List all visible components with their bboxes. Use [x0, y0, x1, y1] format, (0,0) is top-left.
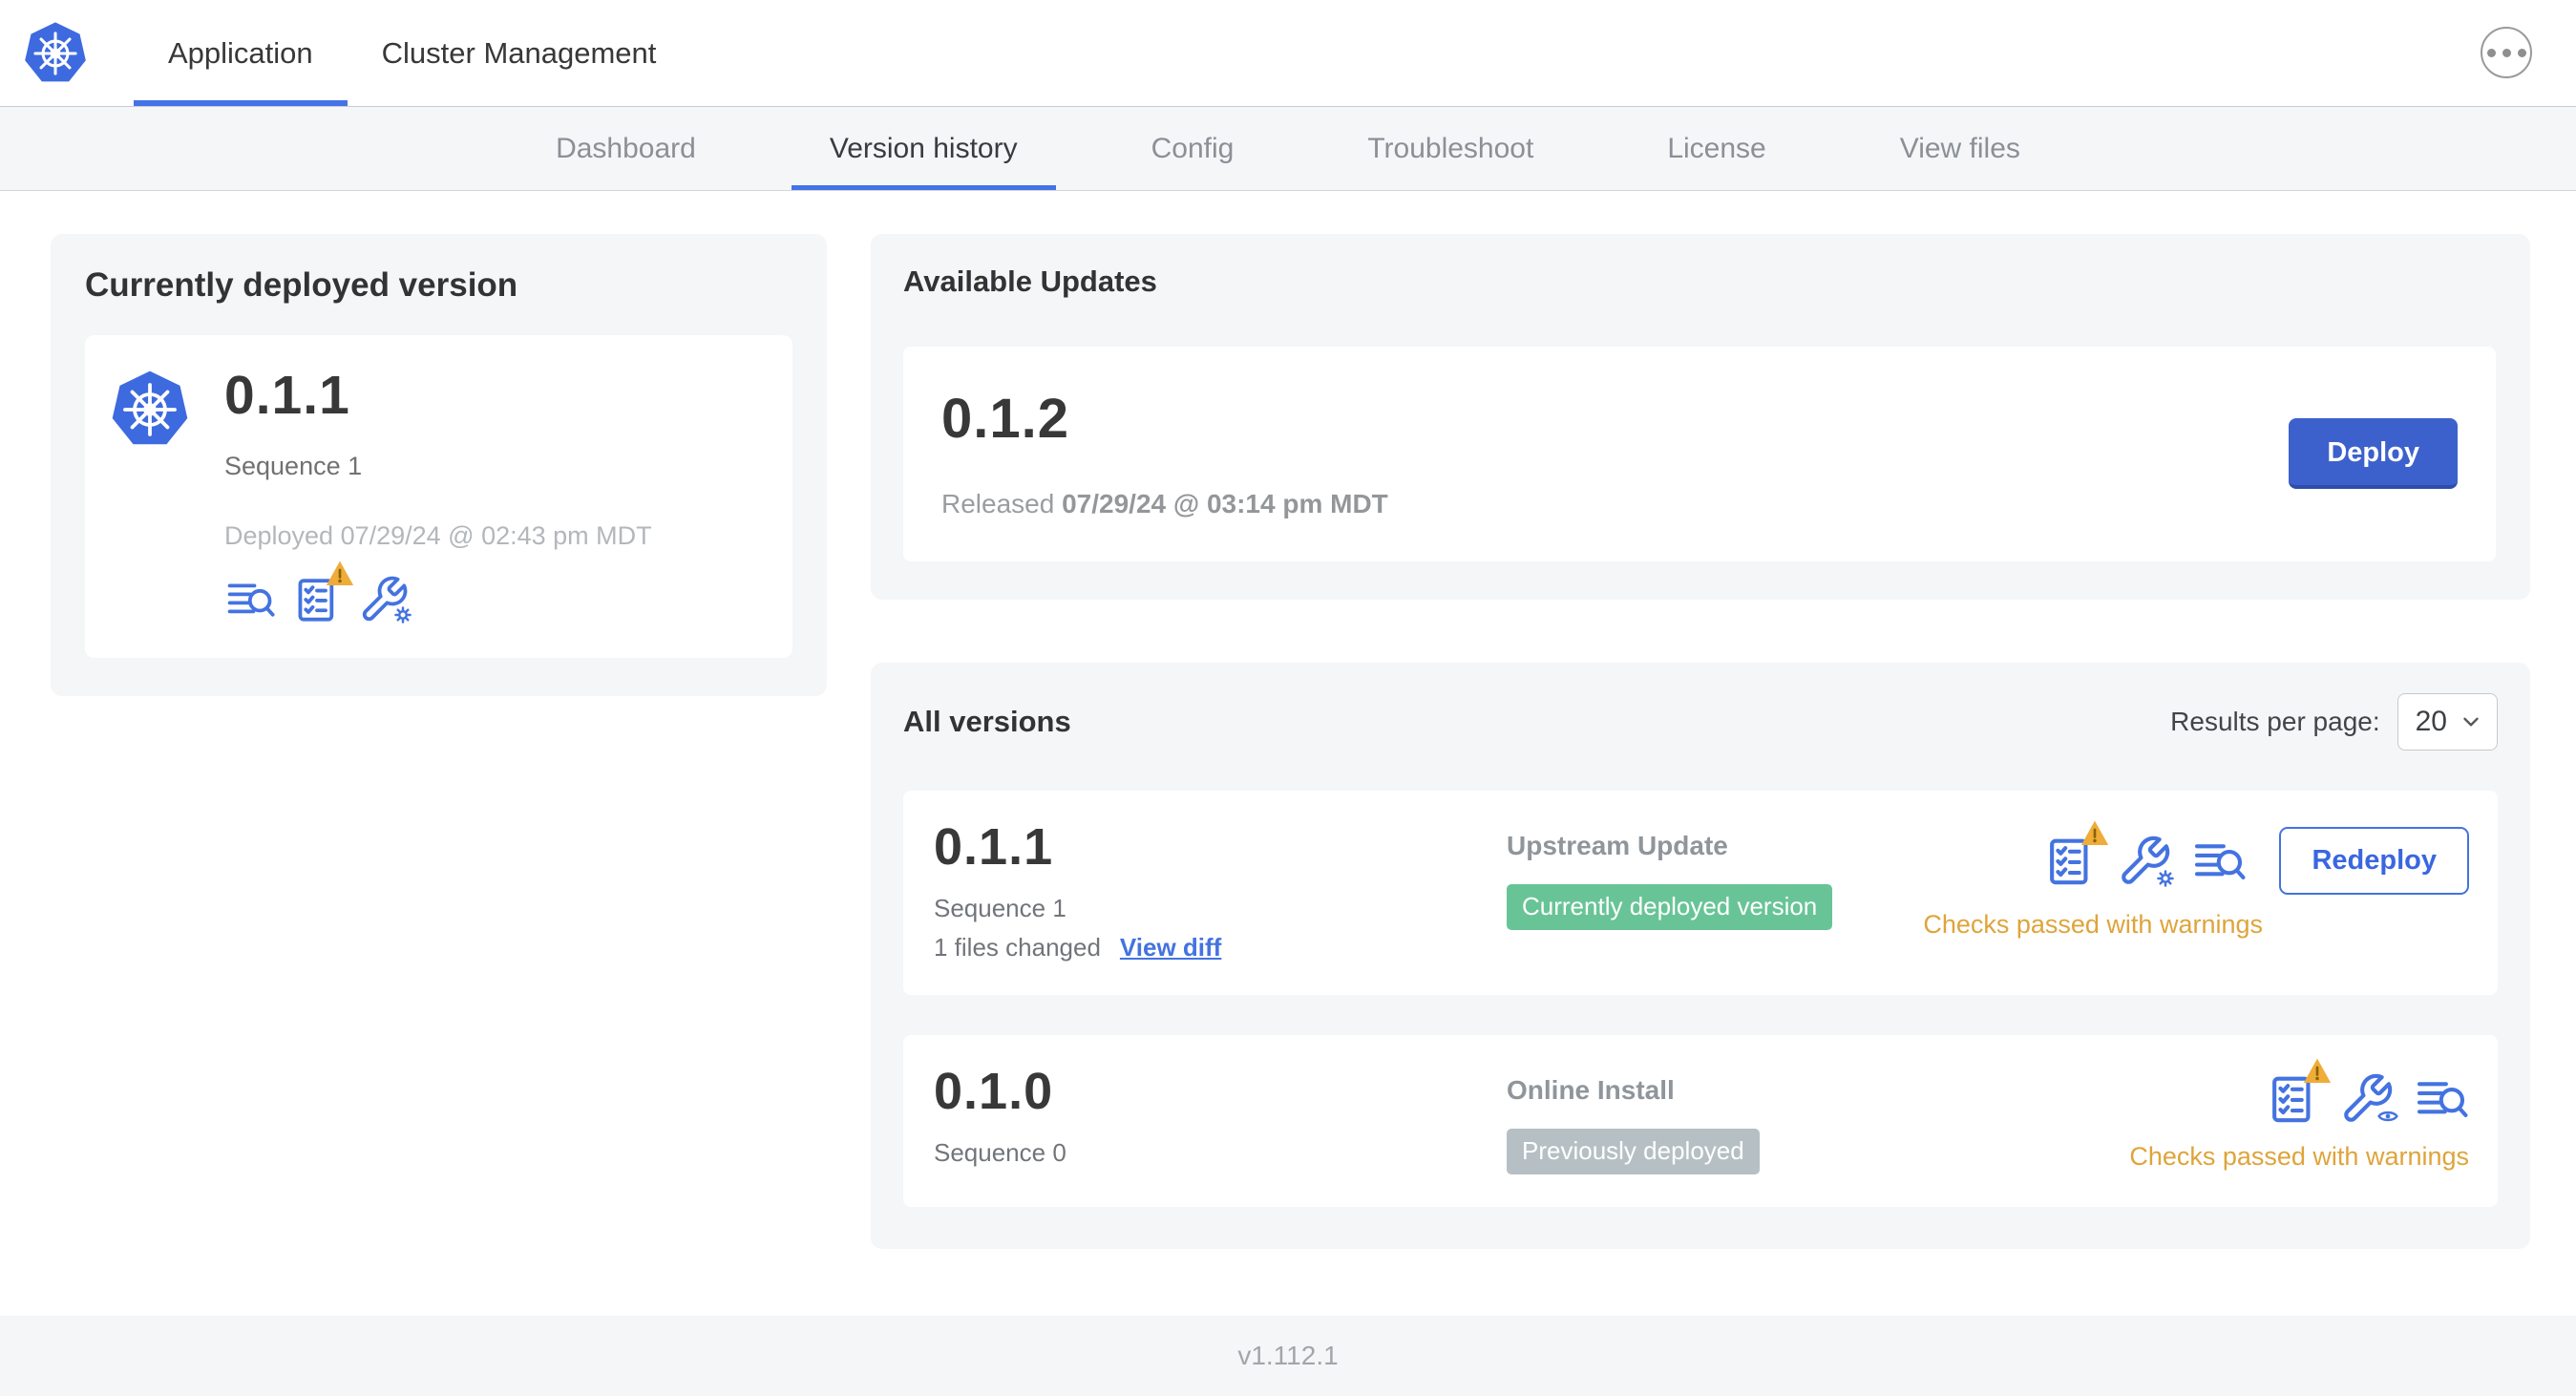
checks-status-text: Checks passed with warnings [2129, 1142, 2469, 1171]
tab-cluster-management[interactable]: Cluster Management [348, 0, 691, 106]
edit-config-wrench-gear-icon[interactable] [2117, 834, 2175, 889]
current-version-deployed-date: Deployed 07/29/24 @ 02:43 pm MDT [224, 521, 652, 550]
footer: v1.112.1 [0, 1316, 2576, 1396]
warning-triangle-icon [326, 561, 354, 585]
chevron-down-icon [2463, 717, 2479, 727]
row-version-number: 0.1.1 [934, 818, 1054, 876]
released-date-value: 07/29/24 @ 03:14 pm MDT [1062, 489, 1388, 518]
files-changed-label: 1 files changed [934, 933, 1101, 962]
results-per-page-select[interactable]: 20 [2397, 693, 2498, 751]
tab-version-history[interactable]: Version history [791, 107, 1056, 190]
row-version-number: 0.1.0 [934, 1063, 1054, 1120]
view-logs-icon[interactable] [2191, 834, 2247, 889]
results-per-page-label: Results per page: [2170, 707, 2380, 736]
redeploy-button[interactable]: Redeploy [2279, 827, 2469, 895]
edit-config-wrench-gear-icon[interactable] [358, 574, 412, 625]
version-row-0-1-1: 0.1.1 Sequence 1 1 files changed View di… [903, 791, 2498, 995]
view-logs-icon[interactable] [224, 574, 276, 625]
status-badge-previously-deployed: Previously deployed [1507, 1129, 1760, 1174]
available-updates-title: Available Updates [903, 264, 1157, 298]
status-badge-currently-deployed: Currently deployed version [1507, 884, 1833, 930]
console-version: v1.112.1 [1237, 1341, 1339, 1370]
app-subnav: Dashboard Version history Config Trouble… [0, 107, 2576, 191]
kubernetes-version-icon [112, 370, 188, 445]
version-row-0-1-0: 0.1.0 Sequence 0 Online Install Previous… [903, 1035, 2498, 1207]
preflight-checks-warning-icon[interactable] [2042, 820, 2109, 889]
main-content: Currently deployed version 0.1.1 Sequenc… [0, 191, 2576, 1316]
warning-triangle-icon [2081, 820, 2109, 845]
version-source-label: Upstream Update [1507, 831, 1728, 860]
gear-icon [394, 606, 412, 624]
admin-console-page: Application Cluster Management Dashboard… [0, 0, 2576, 1396]
released-label: Released [941, 489, 1055, 518]
tab-troubleshoot[interactable]: Troubleshoot [1329, 107, 1572, 190]
row-sequence: Sequence 0 [934, 1138, 1066, 1167]
view-config-wrench-eye-icon[interactable] [2339, 1071, 2398, 1127]
tab-dashboard[interactable]: Dashboard [517, 107, 734, 190]
eye-icon [2377, 1109, 2398, 1124]
current-version-actions [224, 561, 652, 625]
view-diff-link[interactable]: View diff [1120, 933, 1221, 962]
update-version-number: 0.1.2 [941, 388, 1069, 450]
ellipsis-menu-icon[interactable] [2481, 27, 2532, 78]
available-updates-card: Available Updates 0.1.2 Released 07/29/2… [871, 234, 2530, 600]
current-version-panel: 0.1.1 Sequence 1 Deployed 07/29/24 @ 02:… [85, 335, 792, 658]
warning-triangle-icon [2303, 1058, 2332, 1083]
deploy-button[interactable]: Deploy [2289, 417, 2458, 489]
results-per-page-value: 20 [2415, 706, 2447, 737]
results-per-page: Results per page: 20 [2170, 693, 2498, 751]
tab-application[interactable]: Application [134, 0, 348, 106]
gear-icon [2157, 869, 2175, 887]
available-update-row: 0.1.2 Released 07/29/24 @ 03:14 pm MDT D… [903, 347, 2496, 561]
tab-view-files[interactable]: View files [1862, 107, 2059, 190]
version-source-label: Online Install [1507, 1075, 1675, 1105]
tab-config[interactable]: Config [1113, 107, 1273, 190]
tab-license[interactable]: License [1629, 107, 1804, 190]
update-released-date: Released 07/29/24 @ 03:14 pm MDT [941, 489, 1388, 519]
kubernetes-logo-icon [25, 21, 86, 81]
currently-deployed-title: Currently deployed version [85, 266, 518, 304]
header-tabs: Application Cluster Management [134, 0, 690, 106]
row-sequence: Sequence 1 [934, 894, 1066, 922]
current-version-sequence: Sequence 1 [224, 452, 363, 480]
top-header: Application Cluster Management [0, 0, 2576, 107]
preflight-checks-warning-icon[interactable] [2265, 1058, 2332, 1127]
currently-deployed-card: Currently deployed version 0.1.1 Sequenc… [51, 234, 827, 696]
all-versions-card: All versions Results per page: 20 0.1.1 … [871, 663, 2530, 1249]
all-versions-title: All versions [903, 705, 1071, 738]
view-logs-icon[interactable] [2414, 1071, 2469, 1127]
current-version-number: 0.1.1 [224, 365, 350, 426]
right-column: Available Updates 0.1.2 Released 07/29/2… [871, 234, 2530, 1249]
app-logo [0, 0, 115, 106]
preflight-checks-warning-icon[interactable] [291, 561, 354, 625]
checks-status-text: Checks passed with warnings [1923, 910, 2263, 939]
